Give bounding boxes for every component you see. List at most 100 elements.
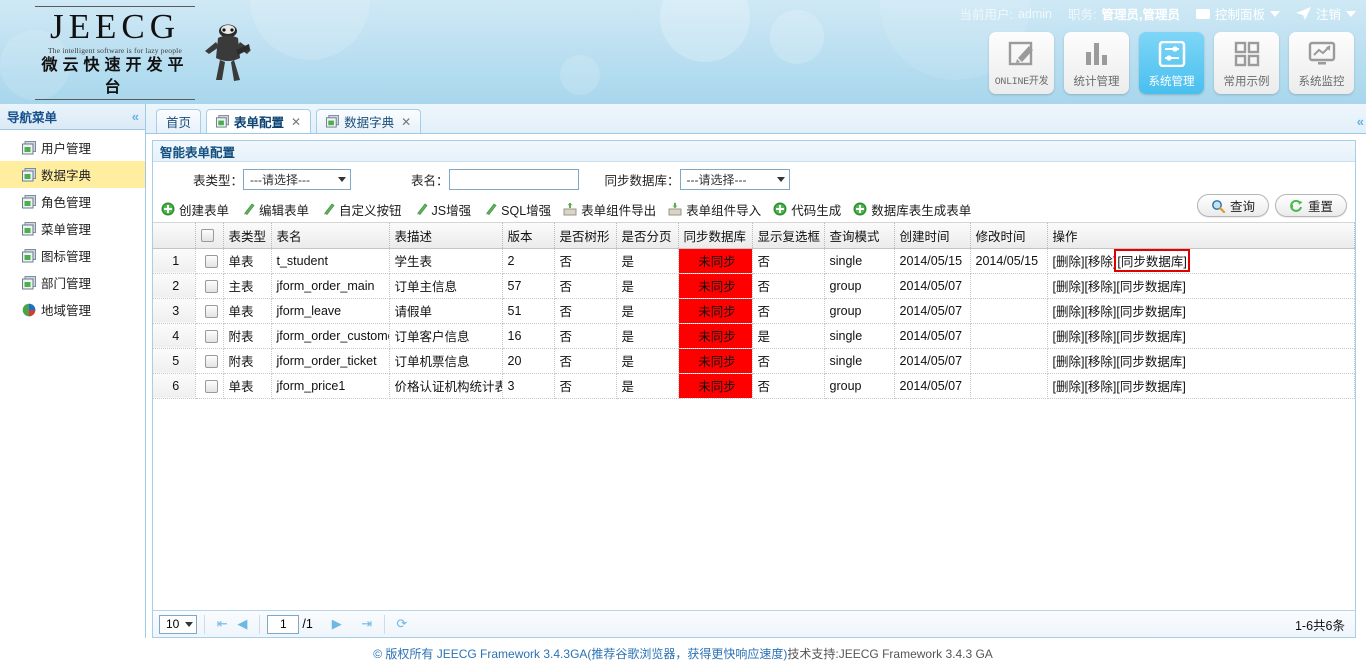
chevron-double-left-icon[interactable]: « [132, 109, 139, 124]
op-delete-link[interactable]: [删除] [1053, 280, 1085, 294]
tab-home[interactable]: 首页 [156, 109, 202, 133]
col-table-desc[interactable]: 表描述 [389, 223, 503, 249]
close-icon[interactable]: ✕ [291, 115, 301, 129]
col-version[interactable]: 版本 [502, 223, 555, 249]
tab-data-dictionary[interactable]: 数据字典 ✕ [316, 109, 422, 133]
row-checkbox-cell[interactable] [195, 373, 224, 399]
code-generate-button[interactable]: 代码生成 [773, 200, 841, 219]
table-row[interactable]: 2 主表 jform_order_main 订单主信息 57 否 是 未同步 否… [153, 273, 1355, 299]
op-remove-link[interactable]: [移除] [1084, 280, 1116, 294]
sidebar-item-region-manage[interactable]: 地域管理 [0, 296, 145, 323]
panel-icon [1195, 8, 1210, 19]
footer-copyright: © 版权所有 JEECG Framework 3.4.3GA [373, 646, 588, 661]
chevron-down-icon [185, 621, 194, 627]
db-table-to-form-button[interactable]: 数据库表生成表单 [853, 200, 971, 219]
col-sync-db[interactable]: 同步数据库 [678, 223, 753, 249]
col-is-paged[interactable]: 是否分页 [616, 223, 679, 249]
select-all-checkbox[interactable] [200, 229, 214, 243]
sidebar-item-data-dictionary[interactable]: 数据字典 [0, 161, 145, 188]
col-table-name[interactable]: 表名 [271, 223, 390, 249]
row-checkbox-cell[interactable] [195, 348, 224, 374]
custom-button-button[interactable]: 自定义按钮 [321, 200, 402, 219]
op-delete-link[interactable]: [删除] [1053, 305, 1085, 319]
divider [383, 614, 385, 634]
table-row[interactable]: 6 单表 jform_price1 价格认证机构统计表 3 否 是 未同步 否 … [153, 373, 1355, 399]
monitor-chart-icon [1308, 32, 1336, 76]
reset-button[interactable]: 重置 [1274, 194, 1347, 217]
tab-form-config[interactable]: 表单配置 ✕ [206, 109, 312, 133]
export-form-component-button[interactable]: 表单组件导出 [563, 200, 656, 219]
op-sync-db-link[interactable]: [同步数据库] [1116, 330, 1185, 344]
module-statistics[interactable]: 统计管理 [1064, 32, 1129, 94]
page-size-select[interactable]: 10 [159, 614, 198, 634]
col-query-mode[interactable]: 查询模式 [824, 223, 895, 249]
table-row[interactable]: 1 单表 t_student 学生表 2 否 是 未同步 否 single 20… [153, 248, 1355, 274]
op-delete-link[interactable]: [删除] [1053, 255, 1085, 269]
op-remove-link[interactable]: [移除] [1084, 380, 1116, 394]
op-remove-link[interactable]: [移除] [1084, 355, 1116, 369]
op-remove-link[interactable]: [移除] [1084, 255, 1116, 269]
row-checkbox[interactable] [204, 279, 218, 293]
cell-is-tree: 否 [554, 248, 617, 274]
table-row[interactable]: 3 单表 jform_leave 请假单 51 否 是 未同步 否 group … [153, 298, 1355, 324]
row-checkbox-cell[interactable] [195, 273, 224, 299]
close-icon[interactable]: ✕ [401, 115, 411, 129]
edit-form-button[interactable]: 编辑表单 [241, 200, 309, 219]
sidebar-item-department-manage[interactable]: 部门管理 [0, 269, 145, 296]
op-remove-link[interactable]: [移除] [1084, 330, 1116, 344]
op-delete-link[interactable]: [删除] [1053, 380, 1085, 394]
first-page-icon[interactable]: ⇤ [212, 616, 232, 632]
col-operations[interactable]: 操作 [1047, 223, 1355, 249]
refresh-icon[interactable]: ⟳ [392, 616, 412, 632]
sidebar-item-menu-manage[interactable]: 菜单管理 [0, 215, 145, 242]
op-delete-link[interactable]: [删除] [1053, 330, 1085, 344]
page-number-input[interactable] [267, 614, 300, 634]
row-checkbox-cell[interactable] [195, 323, 224, 349]
row-checkbox[interactable] [204, 354, 218, 368]
sidebar-item-user-manage[interactable]: 用户管理 [0, 134, 145, 161]
module-system-manage[interactable]: 系统管理 [1139, 32, 1204, 94]
op-sync-db-link[interactable]: [同步数据库] [1116, 380, 1185, 394]
prev-page-icon[interactable]: ◀ [232, 616, 252, 632]
row-checkbox[interactable] [204, 379, 218, 393]
sidebar-item-role-manage[interactable]: 角色管理 [0, 188, 145, 215]
row-checkbox[interactable] [204, 329, 218, 343]
op-remove-link[interactable]: [移除] [1084, 305, 1116, 319]
last-page-icon[interactable]: ⇥ [357, 616, 377, 632]
col-table-type[interactable]: 表类型 [223, 223, 272, 249]
table-row[interactable]: 4 附表 jform_order_customer 订单客户信息 16 否 是 … [153, 323, 1355, 349]
op-sync-db-link[interactable]: [同步数据库] [1116, 305, 1185, 319]
row-checkbox-cell[interactable] [195, 248, 224, 274]
table-type-select[interactable]: ---请选择--- [243, 168, 352, 190]
op-sync-db-link[interactable]: [同步数据库] [1114, 249, 1190, 272]
sql-enhance-button[interactable]: SQL增强 [483, 200, 551, 219]
app-logo[interactable]: JEECG The intelligent software is for la… [30, 6, 360, 104]
module-common-examples[interactable]: 常用示例 [1214, 32, 1279, 94]
chevron-double-left-icon[interactable]: « [1357, 114, 1364, 129]
col-is-tree[interactable]: 是否树形 [554, 223, 617, 249]
col-select-all[interactable] [195, 223, 224, 249]
col-show-checkbox[interactable]: 显示复选框 [752, 223, 825, 249]
search-button[interactable]: 查询 [1196, 194, 1269, 217]
row-checkbox[interactable] [204, 254, 218, 268]
control-panel-menu[interactable]: 控制面板 [1195, 4, 1280, 23]
op-delete-link[interactable]: [删除] [1053, 355, 1085, 369]
module-system-monitor[interactable]: 系统监控 [1289, 32, 1354, 94]
op-sync-db-link[interactable]: [同步数据库] [1116, 355, 1185, 369]
sync-db-select[interactable]: ---请选择--- [679, 168, 790, 190]
module-online-dev[interactable]: ONLINE开发 [989, 32, 1054, 94]
row-checkbox[interactable] [204, 304, 218, 318]
op-sync-db-link[interactable]: [同步数据库] [1116, 280, 1185, 294]
sidebar-item-icon-manage[interactable]: 图标管理 [0, 242, 145, 269]
row-checkbox-cell[interactable] [195, 298, 224, 324]
import-form-component-button[interactable]: 表单组件导入 [668, 200, 761, 219]
create-form-button[interactable]: 创建表单 [161, 200, 229, 219]
table-row[interactable]: 5 附表 jform_order_ticket 订单机票信息 20 否 是 未同… [153, 348, 1355, 374]
js-enhance-button[interactable]: JS增强 [414, 200, 471, 219]
col-modify-time[interactable]: 修改时间 [970, 223, 1048, 249]
col-create-time[interactable]: 创建时间 [894, 223, 971, 249]
table-name-input[interactable] [448, 168, 579, 190]
next-page-icon[interactable]: ▶ [327, 616, 347, 632]
logout-menu[interactable]: 注销 [1295, 4, 1356, 23]
filter-bar: 表类型： ---请选择--- 表名： 同步数据库： ---请选择--- [153, 162, 1355, 196]
